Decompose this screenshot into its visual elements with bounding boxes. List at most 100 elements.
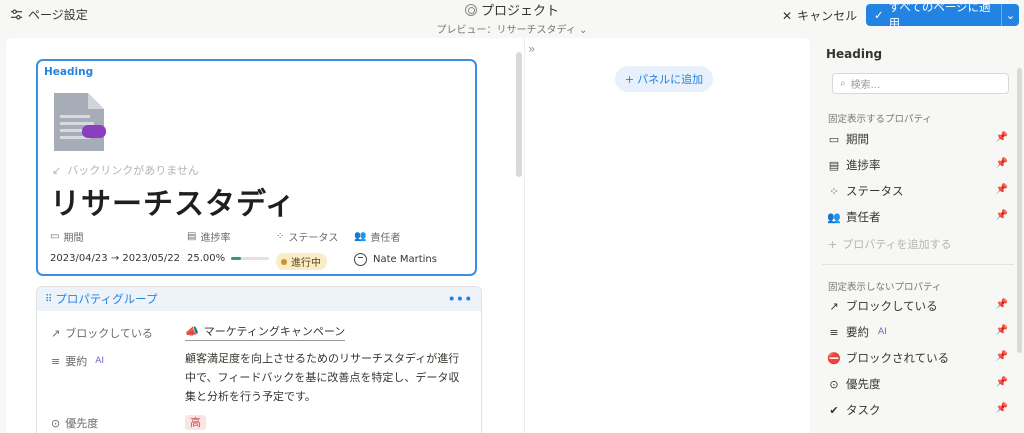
panel-title: Heading (826, 47, 883, 61)
more-options-icon[interactable]: ••• (448, 292, 473, 306)
unpinned-prop-label: タスク (846, 403, 881, 417)
pin-icon[interactable]: 📌 (996, 158, 1008, 169)
pin-icon[interactable]: 📌 (996, 299, 1008, 310)
progress-bar-fill (231, 257, 241, 260)
priority-icon: ⊙ (829, 377, 839, 391)
calendar-icon: ▭ (50, 231, 60, 242)
arrow-down-left-icon: ↙ (52, 163, 62, 177)
cancel-label: キャンセル (797, 9, 858, 23)
summary-label: 要約 (65, 355, 88, 368)
properties-panel: Heading ⌕ 検索... 固定表示するプロパティ ▭ 期間 📌 ▤ 進捗率… (812, 38, 1024, 433)
priority-tag: 高 (185, 415, 206, 430)
group-row-summary-label: ≡ 要約 AI (51, 353, 104, 369)
unpinned-prop-tasks[interactable]: ✔ タスク 📌 (828, 401, 1008, 419)
apply-main[interactable]: ✓ すべてのページに適用 (866, 0, 1001, 31)
unpinned-prop-label: 優先度 (846, 377, 881, 391)
property-search-input[interactable]: ⌕ 検索... (832, 73, 1009, 94)
page-name[interactable]: リサーチスタディ (50, 179, 296, 223)
unpinned-prop-summary[interactable]: ≡ 要約 AI 📌 (828, 323, 1008, 341)
priority-icon: ⊙ (51, 416, 61, 430)
drag-handle-icon[interactable]: ⠿ (45, 294, 52, 305)
unpinned-prop-label: ブロックされている (846, 351, 950, 365)
add-panel-label: パネルに追加 (637, 73, 704, 86)
unpinned-section-label: 固定表示しないプロパティ (828, 282, 942, 293)
pin-icon[interactable]: 📌 (996, 325, 1008, 336)
pinned-prop-label: 進捗率 (846, 158, 881, 172)
heading-section[interactable]: Heading ↙ バックリンクがありません リサーチスタディ ▭ 期間 202… (36, 59, 477, 276)
status-spinner-icon: ⁘ (829, 184, 839, 198)
avatar (354, 253, 367, 266)
pinned-prop-progress[interactable]: ▤ 進捗率 📌 (828, 156, 1008, 174)
prop-period-label-row: ▭ 期間 (50, 229, 180, 244)
prop-period-label: 期間 (63, 233, 84, 244)
add-property-label: プロパティを追加する (842, 238, 952, 251)
arrow-up-right-icon: ↗ (829, 299, 839, 313)
prop-period-value: 2023/04/23 → 2023/05/22 (50, 253, 181, 264)
status-spinner-icon: ⁘ (276, 231, 285, 242)
cancel-button[interactable]: ✕ キャンセル (782, 7, 857, 24)
backlinks[interactable]: ↙ バックリンクがありません (52, 162, 199, 178)
pin-icon[interactable]: 📌 (996, 351, 1008, 362)
pin-icon[interactable]: 📌 (996, 184, 1008, 195)
people-icon: 👥 (354, 231, 367, 242)
panel-scrollbar[interactable] (1017, 68, 1022, 353)
group-row-summary-value[interactable]: 顧客満足度を向上させるためのリサーチスタディが進行中で、フィードバックを基に改善… (185, 349, 469, 406)
arrow-up-right-icon: ↗ (51, 326, 61, 340)
pinned-prop-period[interactable]: ▭ 期間 📌 (828, 130, 1008, 148)
unpinned-prop-blocked-by[interactable]: ⛔ ブロックされている 📌 (827, 349, 1008, 367)
prop-progress[interactable]: ▤ 進捗率 25.00% (187, 229, 270, 264)
canvas-scrollbar[interactable] (516, 52, 522, 177)
pin-icon[interactable]: 📌 (996, 132, 1008, 143)
property-group-header[interactable]: ⠿ プロパティグループ ••• (37, 287, 481, 311)
plus-icon: + (828, 237, 838, 251)
pinned-prop-status[interactable]: ⁘ ステータス 📌 (828, 182, 1008, 200)
prop-progress-value-row: 25.00% (187, 253, 270, 264)
add-property-button[interactable]: + プロパティを追加する (828, 236, 952, 252)
pin-icon[interactable]: 📌 (996, 403, 1008, 414)
unpinned-prop-priority[interactable]: ⊙ 優先度 📌 (828, 375, 1008, 393)
preview-label: プレビュー：リサーチスタディ (436, 25, 576, 36)
search-icon: ⌕ (840, 78, 846, 89)
prop-period[interactable]: ▭ 期間 2023/04/23 → 2023/05/22 (50, 229, 180, 264)
check-icon: ✓ (874, 8, 884, 22)
property-group[interactable]: ⠿ プロパティグループ ••• ↗ ブロックしている 📣 マーケティングキャンペ… (36, 286, 482, 433)
prop-progress-label: 進捗率 (200, 233, 231, 244)
page-title: プロジェクト (464, 0, 559, 19)
panel-section-divider (822, 264, 1014, 265)
heading-section-label: Heading (44, 66, 94, 78)
unpinned-prop-label: ブロックしている (846, 299, 938, 313)
unpinned-prop-blocking[interactable]: ↗ ブロックしている 📌 (828, 297, 1008, 315)
page-title-text: プロジェクト (480, 4, 559, 19)
prop-progress-label-row: ▤ 進捗率 (187, 229, 269, 244)
unpinned-prop-label: 要約 (846, 325, 869, 339)
prop-owner[interactable]: 👥 責任者 Nate Martins (354, 229, 437, 266)
plus-icon: + (624, 72, 635, 86)
progress-chart-icon: ▤ (828, 158, 840, 172)
progress-chart-icon: ▤ (187, 231, 197, 242)
pinned-prop-label: 期間 (846, 132, 869, 146)
prop-status[interactable]: ⁘ ステータス 進行中 (276, 229, 338, 270)
add-panel-button[interactable]: + パネルに追加 (615, 66, 713, 92)
project-icon (464, 3, 477, 16)
pin-icon[interactable]: 📌 (996, 210, 1008, 221)
group-row-priority-value[interactable]: 高 (185, 414, 206, 430)
top-bar: ページ設定 プロジェクト プレビュー：リサーチスタディ ⌄ ✕ キャンセル ✓ … (0, 0, 1024, 38)
expand-panel-icon[interactable]: » (528, 42, 535, 56)
people-icon: 👥 (827, 210, 841, 224)
prop-owner-value-row: Nate Martins (354, 253, 437, 266)
pinned-prop-owner[interactable]: 👥 責任者 📌 (827, 208, 1008, 226)
apply-dropdown-button[interactable]: ⌄ (1001, 4, 1019, 26)
relation-link[interactable]: 📣 マーケティングキャンペーン (185, 323, 346, 341)
blocking-label: ブロックしている (65, 327, 153, 340)
property-group-title: プロパティグループ (55, 292, 158, 306)
group-row-priority-label: ⊙ 優先度 (51, 415, 98, 431)
group-row-blocking-value[interactable]: 📣 マーケティングキャンペーン (185, 323, 346, 341)
chevron-down-icon: ⌄ (1005, 8, 1016, 22)
apply-all-button[interactable]: ✓ すべてのページに適用 ⌄ (866, 0, 1019, 30)
status-dot (281, 258, 287, 265)
prop-status-label: ステータス (288, 233, 339, 244)
prop-status-value-row: 進行中 (276, 253, 338, 270)
pin-icon[interactable]: 📌 (996, 377, 1008, 388)
backlinks-label: バックリンクがありません (67, 164, 199, 177)
prop-progress-value: 25.00% (187, 253, 226, 264)
